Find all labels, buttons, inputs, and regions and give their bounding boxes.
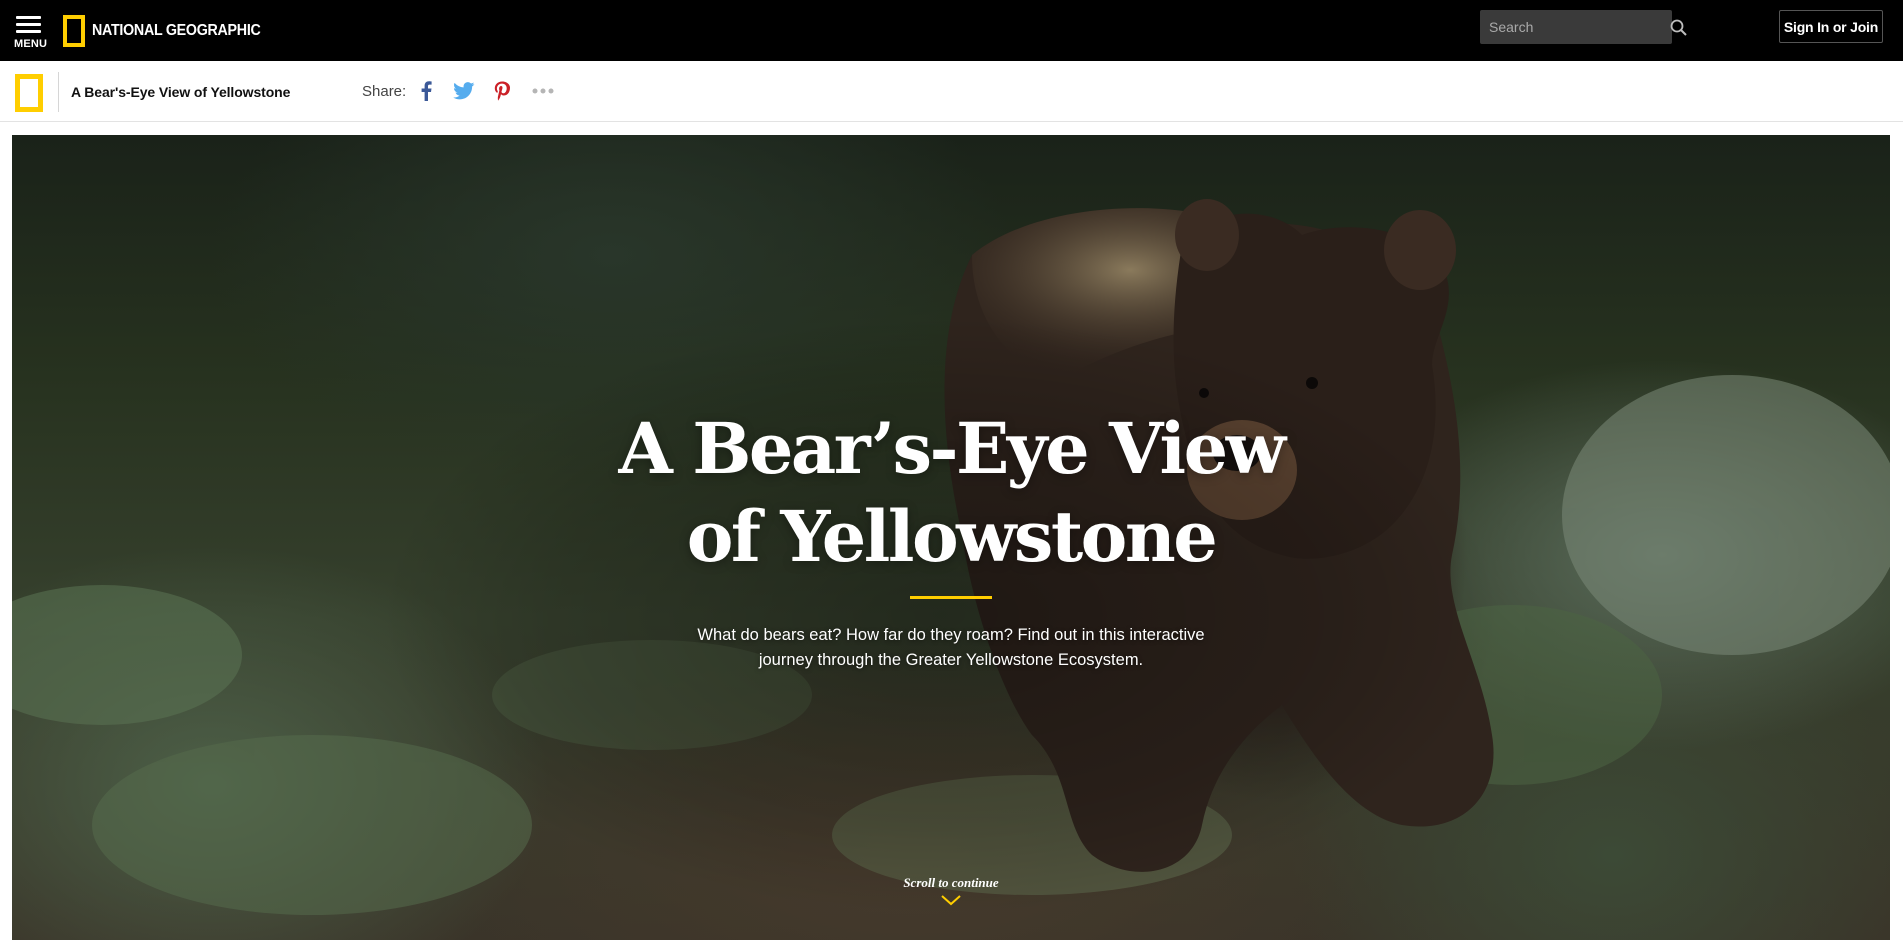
sign-in-button[interactable]: Sign In or Join bbox=[1779, 10, 1883, 43]
brand-name: NATIONAL GEOGRAPHIC bbox=[92, 21, 261, 39]
article-title: A Bear's-Eye View of Yellowstone bbox=[71, 84, 291, 100]
chevron-down-icon bbox=[941, 895, 961, 906]
share-label: Share: bbox=[362, 83, 407, 100]
search-icon[interactable] bbox=[1670, 10, 1687, 44]
yellow-border-icon bbox=[63, 14, 85, 47]
divider bbox=[58, 72, 59, 112]
search-box bbox=[1480, 10, 1687, 44]
hero-section: A Bear’s-Eye View of Yellowstone What do… bbox=[12, 135, 1890, 940]
search-input[interactable] bbox=[1480, 10, 1670, 44]
hamburger-icon bbox=[16, 16, 41, 33]
hero-dek-line-2: journey through the Greater Yellowstone … bbox=[758, 651, 1144, 669]
menu-button[interactable]: MENU bbox=[12, 14, 48, 50]
menu-label: MENU bbox=[14, 38, 48, 50]
pinterest-icon[interactable] bbox=[491, 79, 513, 103]
article-bar: A Bear's-Eye View of Yellowstone Share: bbox=[0, 61, 1903, 122]
scroll-to-continue[interactable]: Scroll to continue bbox=[851, 875, 1051, 906]
national-geographic-logo[interactable]: NATIONAL GEOGRAPHIC bbox=[63, 14, 275, 47]
twitter-icon[interactable] bbox=[452, 79, 476, 103]
hero-title-line-1: A Bear’s-Eye View bbox=[618, 407, 1286, 490]
hero-title-line-2: of Yellowstone bbox=[686, 495, 1218, 578]
facebook-icon[interactable] bbox=[417, 79, 435, 103]
nat-geo-small-logo-icon[interactable] bbox=[15, 74, 43, 112]
hero-dek-line-1: What do bears eat? How far do they roam?… bbox=[697, 626, 1205, 644]
yellow-divider bbox=[910, 596, 992, 599]
scroll-label: Scroll to continue bbox=[903, 875, 999, 890]
hero-title: A Bear’s-Eye View of Yellowstone bbox=[12, 405, 1890, 581]
more-options-icon[interactable] bbox=[530, 79, 556, 103]
hero-dek: What do bears eat? How far do they roam?… bbox=[676, 623, 1226, 673]
top-navigation-bar: MENU NATIONAL GEOGRAPHIC Sign In or Join bbox=[0, 0, 1903, 61]
